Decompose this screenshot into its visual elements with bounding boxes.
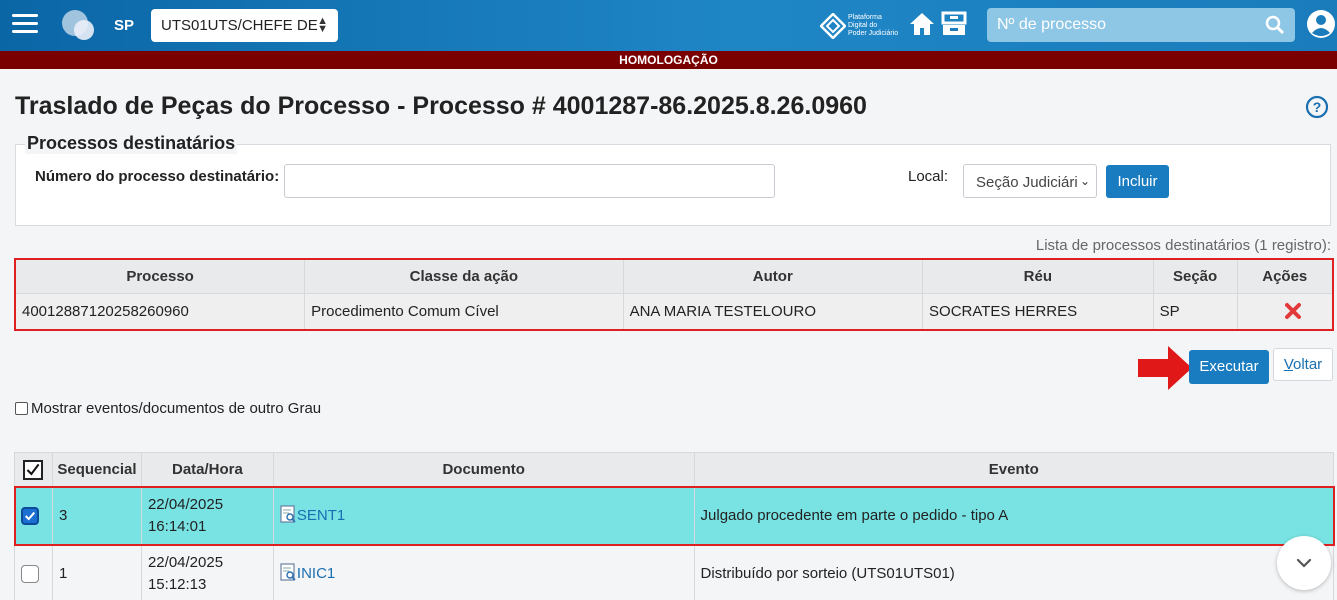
- col-header-autor[interactable]: Autor: [622, 258, 924, 294]
- select-arrows-icon: ▲ ▼: [317, 15, 328, 35]
- menu-icon[interactable]: [12, 14, 38, 34]
- col-header-acoes: Ações: [1236, 258, 1334, 294]
- pdpj-text-1: Plataforma: [848, 14, 882, 21]
- show-other-grade-label: Mostrar eventos/documentos de outro Grau: [31, 400, 322, 417]
- search-icon[interactable]: [1265, 15, 1285, 35]
- execute-button[interactable]: Executar: [1189, 350, 1269, 384]
- document-preview-icon[interactable]: [280, 504, 296, 523]
- check-icon: [24, 511, 36, 521]
- pdpj-text-3: Poder Judiciário: [848, 30, 899, 37]
- help-icon[interactable]: ?: [1305, 95, 1329, 119]
- check-icon: [27, 463, 40, 476]
- cell-sequencial: 3: [51, 486, 142, 545]
- select-all-checkbox[interactable]: [23, 459, 44, 480]
- row-select-cell: [14, 486, 53, 545]
- cell-date: 22/04/2025: [147, 553, 224, 571]
- dest-processes-legend: Processos destinatários: [25, 133, 238, 154]
- svg-text:?: ?: [1313, 99, 1322, 115]
- local-label: Local:: [908, 168, 949, 185]
- cell-reu: SOCRATES HERRES: [922, 292, 1154, 331]
- dest-processes-table: Processo Classe da ação Autor Réu Seção …: [14, 258, 1334, 331]
- show-other-grade-option[interactable]: Mostrar eventos/documentos de outro Grau: [15, 400, 321, 417]
- cell-evento: Julgado procedente em parte o pedido - t…: [693, 486, 1335, 545]
- process-search[interactable]: [987, 8, 1295, 42]
- pdpj-logo-icon: [820, 13, 846, 39]
- cell-classe: Procedimento Comum Cível: [304, 292, 624, 331]
- cell-autor: ANA MARIA TESTELOURO: [622, 292, 924, 331]
- cell-documento: SENT1: [272, 486, 695, 545]
- cell-data-hora: 22/04/2025 15:12:13: [140, 544, 274, 600]
- show-other-grade-checkbox[interactable]: [15, 402, 28, 415]
- back-button-label: oltar: [1293, 356, 1323, 373]
- document-link[interactable]: INIC1: [297, 565, 335, 582]
- back-button[interactable]: Voltar: [1273, 348, 1333, 381]
- col-header-reu[interactable]: Réu: [922, 258, 1154, 294]
- cell-time: 16:14:01: [147, 517, 207, 535]
- remove-icon[interactable]: [1284, 302, 1302, 320]
- home-icon[interactable]: [908, 10, 936, 38]
- col-header-sequencial[interactable]: Sequencial: [51, 452, 142, 487]
- cell-documento: INIC1: [272, 544, 695, 600]
- chevron-down-icon: ⌄: [1076, 174, 1090, 188]
- scroll-down-button[interactable]: [1277, 536, 1331, 590]
- cell-time: 15:12:13: [147, 575, 207, 593]
- col-header-documento[interactable]: Documento: [272, 452, 695, 487]
- col-header-data-hora[interactable]: Data/Hora: [140, 452, 274, 487]
- cell-sequencial: 1: [51, 544, 142, 600]
- row-checkbox[interactable]: [21, 564, 39, 583]
- cell-acoes: [1236, 292, 1334, 331]
- process-search-input[interactable]: [987, 8, 1247, 42]
- documents-table: Sequencial Data/Hora Documento Evento 3 …: [13, 452, 1335, 600]
- top-navbar: SP UTS01UTS/CHEFE DE ▲ ▼ Plataforma Digit…: [0, 0, 1337, 51]
- select-all-cell: [14, 452, 53, 487]
- include-button[interactable]: Incluir: [1106, 165, 1169, 198]
- row-select-cell: [14, 544, 53, 600]
- table-row[interactable]: 3 22/04/2025 16:14:01 SENT1 Julgado proc…: [13, 485, 1335, 546]
- table-row: 40012887120258260960 Procedimento Comum …: [14, 292, 1334, 331]
- local-select-value: Seção Judiciária: [976, 174, 1087, 191]
- dest-list-caption: Lista de processos destinatários (1 regi…: [1035, 237, 1331, 254]
- page-title: Traslado de Peças do Processo - Processo…: [15, 92, 867, 120]
- user-avatar-icon[interactable]: [1306, 9, 1336, 39]
- document-link[interactable]: SENT1: [297, 507, 345, 524]
- inbox-icon[interactable]: [940, 10, 968, 38]
- document-preview-icon[interactable]: [280, 562, 296, 581]
- cell-data-hora: 22/04/2025 16:14:01: [140, 486, 274, 545]
- app-logo[interactable]: [62, 10, 96, 40]
- col-header-processo[interactable]: Processo: [14, 258, 306, 294]
- cell-date: 22/04/2025: [147, 495, 224, 513]
- col-header-secao[interactable]: Seção: [1152, 258, 1238, 294]
- uf-label: SP: [114, 17, 135, 34]
- col-header-classe[interactable]: Classe da ação: [304, 258, 624, 294]
- table-row[interactable]: 1 22/04/2025 15:12:13 INIC1 Distribuído …: [14, 544, 1335, 600]
- row-checkbox[interactable]: [21, 506, 39, 525]
- local-select[interactable]: Seção Judiciária ⌄: [963, 164, 1097, 198]
- dest-number-label: Número do processo destinatário:: [35, 168, 280, 185]
- red-arrow-annotation-icon: [1138, 346, 1192, 390]
- cell-secao: SP: [1152, 292, 1238, 331]
- pdpj-logo[interactable]: Plataforma Digital do Poder Judiciário: [820, 11, 904, 41]
- cell-processo: 40012887120258260960: [14, 292, 306, 331]
- environment-banner: HOMOLOGAÇÃO: [0, 51, 1337, 69]
- pdpj-text-2: Digital do: [848, 22, 878, 29]
- col-header-evento[interactable]: Evento: [693, 452, 1335, 487]
- unit-select[interactable]: UTS01UTS/CHEFE DE ▲ ▼: [151, 9, 338, 42]
- chevron-down-icon: [1296, 558, 1312, 568]
- unit-select-value: UTS01UTS/CHEFE DE: [161, 17, 318, 34]
- back-button-accesskey: V: [1283, 356, 1293, 373]
- cell-evento: Distribuído por sorteio (UTS01UTS01): [693, 544, 1335, 600]
- dest-number-input[interactable]: [284, 164, 775, 198]
